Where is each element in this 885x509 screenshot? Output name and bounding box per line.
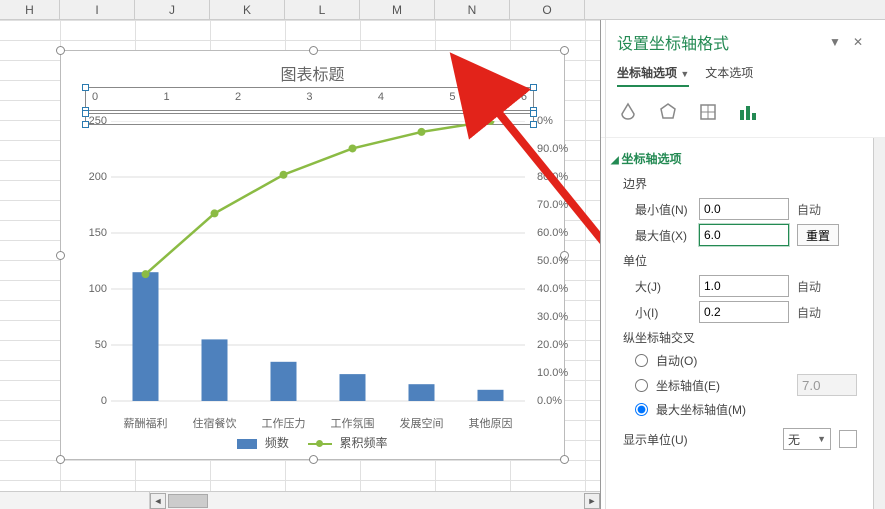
scroll-left-button[interactable]: ◄ <box>150 493 166 509</box>
label-display-unit: 显示单位(U) <box>623 431 688 448</box>
display-unit-select[interactable]: 无▼ <box>783 428 831 450</box>
major-auto-label: 自动 <box>797 278 831 295</box>
section-axis-options[interactable]: 坐标轴选项 <box>611 150 857 167</box>
worksheet-area[interactable]: 图表标题 0123456 050100150200250 0.0%10.0%20… <box>0 20 600 509</box>
label-cross-max: 最大坐标轴值(M) <box>656 401 746 418</box>
cross-value-input <box>797 374 857 396</box>
reset-button[interactable]: 重置 <box>797 224 839 246</box>
minor-unit-input[interactable] <box>699 301 789 323</box>
radio-cross-auto[interactable] <box>635 354 648 367</box>
scroll-right-button[interactable]: ► <box>584 493 600 509</box>
label-cross-auto: 自动(O) <box>656 352 697 369</box>
plot-area[interactable]: 050100150200250 0.0%10.0%20.0%30.0%40.0%… <box>85 121 535 411</box>
column-header-K[interactable]: K <box>210 0 285 19</box>
scroll-thumb[interactable] <box>168 494 208 508</box>
pane-close-icon[interactable]: ✕ <box>847 35 869 49</box>
size-icon[interactable] <box>697 101 719 123</box>
label-minor: 小(I) <box>635 304 691 321</box>
label-major: 大(J) <box>635 278 691 295</box>
pane-vertical-scrollbar[interactable] <box>873 138 885 509</box>
tab-axis-options[interactable]: 坐标轴选项 ▼ <box>617 64 689 87</box>
column-header-I[interactable]: I <box>60 0 135 19</box>
sheet-tab-area[interactable] <box>0 492 150 509</box>
tab-text-options[interactable]: 文本选项 <box>705 64 753 87</box>
label-bounds: 边界 <box>623 175 857 192</box>
pane-menu-icon[interactable]: ▼ <box>823 35 847 49</box>
legend-swatch-line <box>308 443 332 445</box>
min-value-input[interactable] <box>699 198 789 220</box>
secondary-horizontal-axis[interactable]: 0123456 <box>85 87 534 111</box>
label-unit: 单位 <box>623 252 857 269</box>
major-unit-input[interactable] <box>699 275 789 297</box>
label-crosses: 纵坐标轴交叉 <box>623 329 857 346</box>
column-header-N[interactable]: N <box>435 0 510 19</box>
axis-options-icon[interactable] <box>737 101 759 123</box>
label-min: 最小值(N) <box>635 201 691 218</box>
max-value-input[interactable] <box>699 224 789 246</box>
format-axis-pane: 设置坐标轴格式 ▼ ✕ 坐标轴选项 ▼ 文本选项 坐标轴选项 边界 最小值(N) <box>600 20 885 509</box>
horizontal-scrollbar[interactable]: ◄ ► <box>0 491 600 509</box>
legend-label-line: 累积频率 <box>340 436 388 450</box>
fill-icon[interactable] <box>617 101 639 123</box>
label-max: 最大值(X) <box>635 227 691 244</box>
minor-auto-label: 自动 <box>797 304 831 321</box>
column-headers: HIJKLMNO <box>0 0 885 20</box>
column-header-H[interactable]: H <box>0 0 60 19</box>
radio-cross-value[interactable] <box>635 379 648 392</box>
effects-icon[interactable] <box>657 101 679 123</box>
column-header-J[interactable]: J <box>135 0 210 19</box>
legend-label-bar: 频数 <box>265 436 289 450</box>
display-unit-checkbox[interactable] <box>839 430 857 448</box>
column-header-L[interactable]: L <box>285 0 360 19</box>
legend-swatch-bar <box>237 439 257 449</box>
pane-title: 设置坐标轴格式 <box>617 30 823 54</box>
chart-legend[interactable]: 频数 累积频率 <box>61 434 564 451</box>
chart-object[interactable]: 图表标题 0123456 050100150200250 0.0%10.0%20… <box>60 50 565 460</box>
radio-cross-max[interactable] <box>635 403 648 416</box>
column-header-O[interactable]: O <box>510 0 585 19</box>
label-cross-value: 坐标轴值(E) <box>656 377 720 394</box>
chart-title[interactable]: 图表标题 <box>61 51 564 89</box>
min-auto-label: 自动 <box>797 201 831 218</box>
column-header-M[interactable]: M <box>360 0 435 19</box>
